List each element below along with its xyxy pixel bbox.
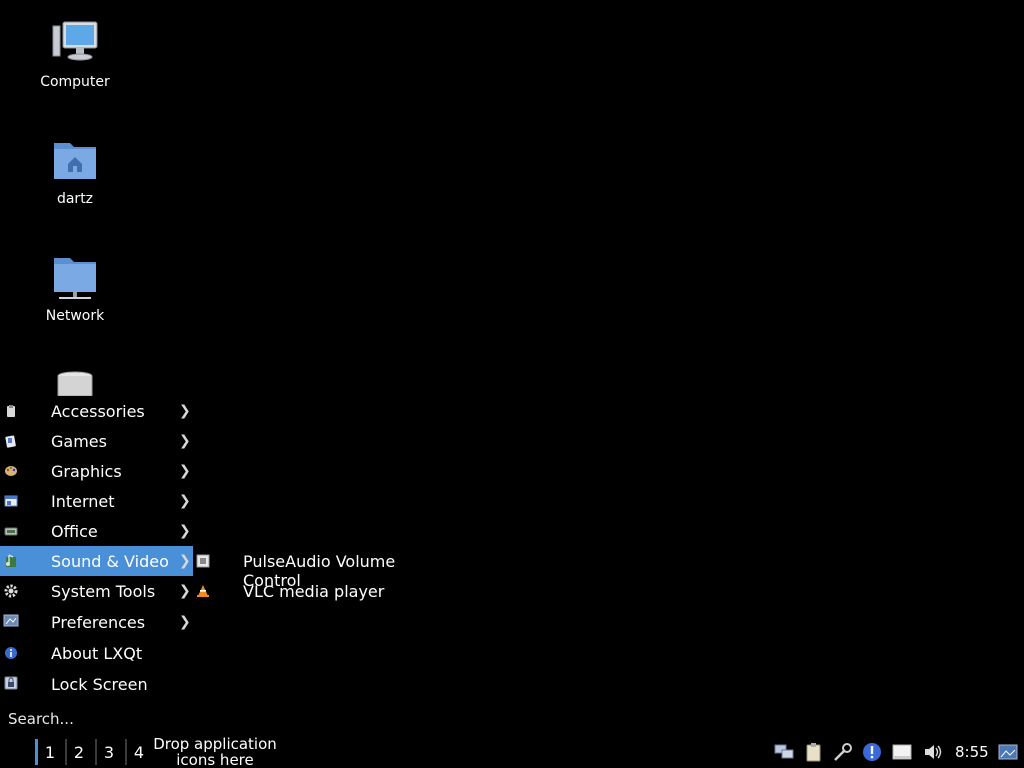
pulseaudio-icon — [196, 553, 212, 569]
office-icon — [3, 523, 19, 539]
workspace-label: 3 — [103, 742, 115, 762]
system-tools-icon — [3, 583, 19, 599]
graphics-icon — [3, 463, 19, 479]
clock[interactable]: 8:55 — [955, 743, 989, 761]
removable-drive-icon[interactable] — [892, 742, 912, 762]
chevron-right-icon: ❯ — [179, 493, 191, 509]
chevron-right-icon: ❯ — [179, 553, 191, 569]
menu-item-label: Games — [51, 431, 107, 451]
chevron-right-icon: ❯ — [179, 403, 191, 419]
volume-icon[interactable] — [923, 742, 943, 762]
desktop-icon-home[interactable]: dartz — [25, 137, 125, 207]
workspace-label: 1 — [44, 742, 56, 762]
menu-item-graphics[interactable]: Graphics ❯ — [0, 456, 193, 486]
workspace-button-1[interactable]: 1 — [35, 739, 62, 765]
desktop-icon-label: Network — [45, 308, 105, 324]
taskbar: 1 2 3 4 Drop application icons here 8:55 — [0, 736, 1024, 768]
games-icon — [3, 433, 19, 449]
menu-item-label: Graphics — [51, 461, 122, 481]
menu-item-label: Lock Screen — [51, 674, 148, 694]
accessories-icon — [3, 403, 19, 419]
workspace-label: 2 — [73, 742, 85, 762]
workspace-label: 4 — [133, 742, 145, 762]
desktop-icon-label: Computer — [40, 74, 110, 90]
quicklaunch-text: Drop application — [153, 735, 277, 753]
network-icon[interactable] — [774, 742, 794, 762]
clipboard-icon[interactable] — [804, 742, 824, 762]
update-alert-icon[interactable] — [862, 742, 882, 762]
chevron-right-icon: ❯ — [179, 614, 191, 630]
menu-item-lock-screen[interactable]: Lock Screen — [0, 668, 193, 700]
menu-item-about-lxqt[interactable]: About LXQt — [0, 638, 193, 668]
menu-item-label: Sound & Video — [51, 551, 169, 571]
workspace-button-4[interactable]: 4 — [125, 739, 151, 765]
menu-item-accessories[interactable]: Accessories ❯ — [0, 396, 193, 426]
submenu-item-label: VLC media player — [243, 582, 385, 601]
main-menu: Accessories ❯ Games ❯ Graphics ❯ Interne… — [0, 396, 193, 736]
submenu-item-vlc[interactable]: VLC media player — [193, 576, 458, 606]
quicklaunch-text: icons here — [176, 751, 254, 768]
lock-icon — [3, 675, 19, 691]
network-folder-icon — [51, 254, 99, 302]
home-folder-icon — [51, 137, 99, 185]
menu-item-label: Office — [51, 521, 98, 541]
vlc-icon — [196, 583, 212, 599]
menu-item-internet[interactable]: Internet ❯ — [0, 486, 193, 516]
screenshot-icon[interactable] — [833, 742, 853, 762]
menu-search-input[interactable]: Search... — [0, 706, 193, 732]
computer-icon — [51, 20, 99, 68]
quicklaunch-dropzone[interactable]: Drop application icons here — [150, 736, 280, 768]
desktop-icon-network[interactable]: Network — [25, 254, 125, 324]
workspace-button-2[interactable]: 2 — [65, 739, 91, 765]
desktop-icon-label: dartz — [56, 191, 94, 207]
menu-item-label: Preferences — [51, 612, 146, 632]
menu-item-label: Internet — [51, 491, 115, 511]
workspace-button-3[interactable]: 3 — [95, 739, 121, 765]
info-icon — [3, 645, 19, 661]
show-desktop-icon[interactable] — [998, 742, 1018, 762]
submenu-sound-video: PulseAudio Volume Control VLC media play… — [193, 546, 458, 608]
chevron-right-icon: ❯ — [179, 433, 191, 449]
preferences-icon — [3, 613, 19, 629]
menu-item-label: System Tools — [51, 581, 156, 601]
menu-item-office[interactable]: Office ❯ — [0, 516, 193, 546]
chevron-right-icon: ❯ — [179, 523, 191, 539]
search-placeholder: Search... — [8, 710, 74, 728]
menu-item-games[interactable]: Games ❯ — [0, 426, 193, 456]
sound-video-icon — [3, 553, 19, 569]
desktop-icon-computer[interactable]: Computer — [25, 20, 125, 90]
chevron-right-icon: ❯ — [179, 463, 191, 479]
menu-item-sound-video[interactable]: Sound & Video ❯ — [0, 546, 193, 576]
internet-icon — [3, 493, 19, 509]
desktop: Computer dartz Network Accessories ❯ Gam… — [0, 0, 1024, 768]
menu-item-label: About LXQt — [51, 643, 143, 663]
submenu-item-pulseaudio[interactable]: PulseAudio Volume Control — [193, 546, 458, 590]
menu-item-preferences[interactable]: Preferences ❯ — [0, 606, 193, 638]
menu-item-system-tools[interactable]: System Tools ❯ — [0, 576, 193, 606]
chevron-right-icon: ❯ — [179, 583, 191, 599]
menu-item-label: Accessories — [51, 401, 145, 421]
